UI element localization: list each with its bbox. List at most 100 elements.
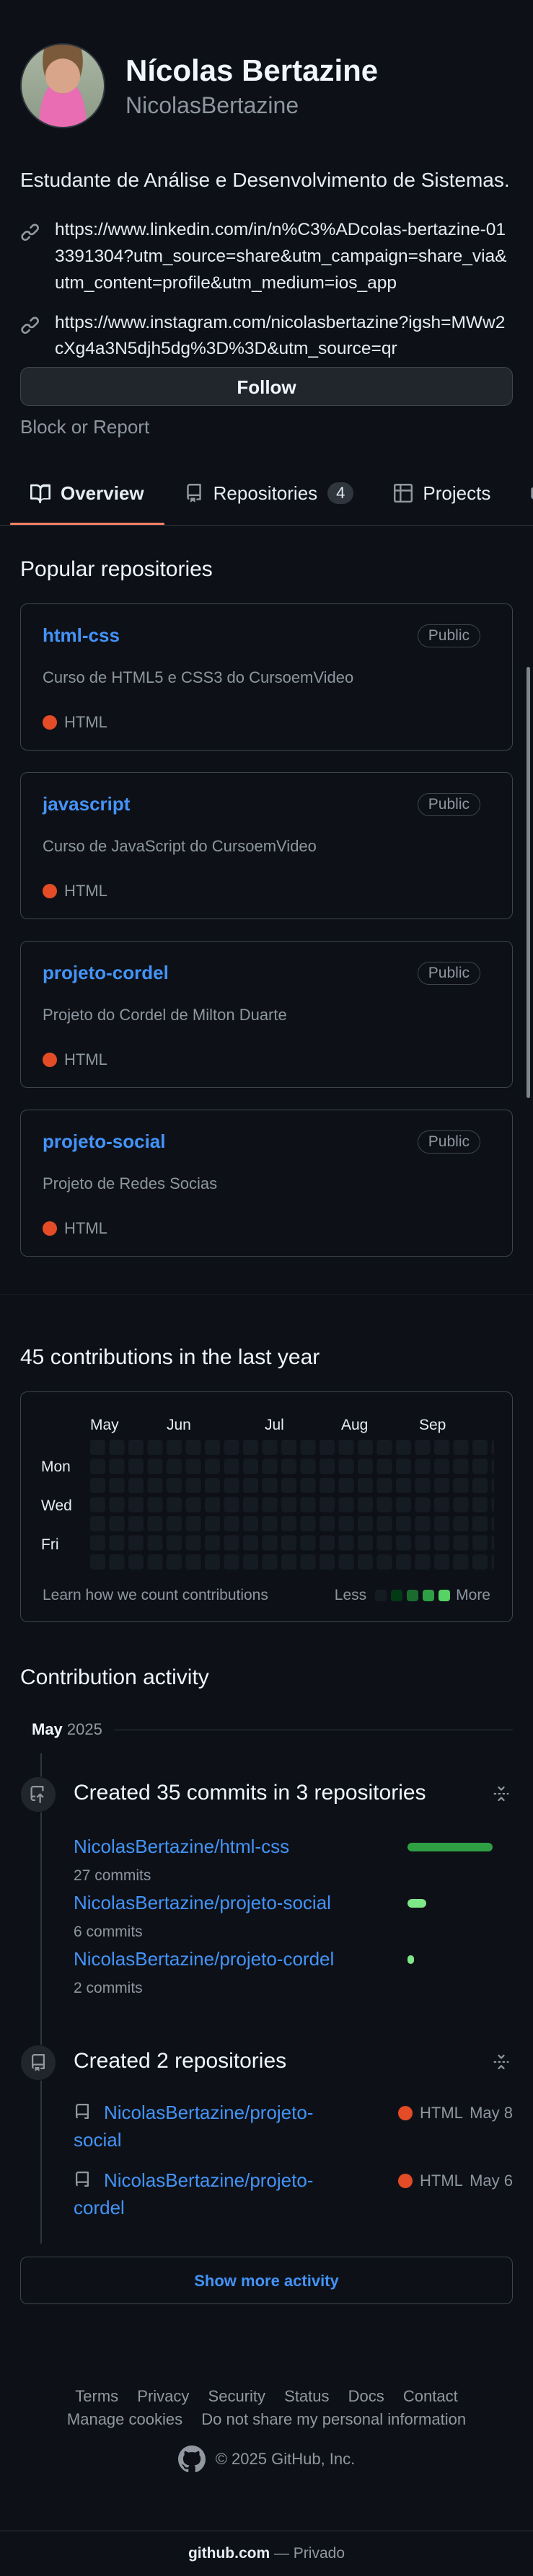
contribution-day-cell[interactable] xyxy=(472,1497,488,1513)
contribution-day-cell[interactable] xyxy=(376,1478,392,1494)
contribution-day-cell[interactable] xyxy=(90,1459,105,1474)
contribution-day-cell[interactable] xyxy=(185,1516,201,1532)
contribution-day-cell[interactable] xyxy=(358,1459,373,1474)
contribution-day-cell[interactable] xyxy=(376,1497,392,1513)
contribution-day-cell[interactable] xyxy=(205,1459,220,1474)
contribution-day-cell[interactable] xyxy=(167,1535,182,1551)
linkedin-link[interactable]: https://www.linkedin.com/in/n%C3%ADcolas… xyxy=(55,217,513,296)
contribution-day-cell[interactable] xyxy=(320,1440,335,1456)
contribution-day-cell[interactable] xyxy=(147,1459,163,1474)
contribution-day-cell[interactable] xyxy=(128,1459,144,1474)
show-more-activity-button[interactable]: Show more activity xyxy=(20,2257,513,2305)
fold-icon[interactable] xyxy=(493,1785,510,1802)
contribution-day-cell[interactable] xyxy=(300,1459,316,1474)
contribution-day-cell[interactable] xyxy=(376,1440,392,1456)
contribution-day-cell[interactable] xyxy=(147,1478,163,1494)
contribution-day-cell[interactable] xyxy=(109,1554,125,1570)
contribution-day-cell[interactable] xyxy=(472,1516,488,1532)
contribution-day-cell[interactable] xyxy=(90,1516,105,1532)
footer-link-docs[interactable]: Docs xyxy=(348,2387,384,2405)
contribution-day-cell[interactable] xyxy=(376,1554,392,1570)
repo-name-link[interactable]: projeto-cordel xyxy=(43,962,169,983)
contribution-day-cell[interactable] xyxy=(185,1554,201,1570)
contribution-day-cell[interactable] xyxy=(167,1459,182,1474)
contribution-day-cell[interactable] xyxy=(281,1497,296,1513)
contribution-day-cell[interactable] xyxy=(453,1535,469,1551)
tab-repositories[interactable]: Repositories 4 xyxy=(164,461,374,525)
contribution-day-cell[interactable] xyxy=(396,1459,411,1474)
contribution-day-cell[interactable] xyxy=(147,1440,163,1456)
contribution-day-cell[interactable] xyxy=(243,1554,258,1570)
footer-link-status[interactable]: Status xyxy=(284,2387,329,2405)
avatar[interactable] xyxy=(20,43,105,128)
contribution-day-cell[interactable] xyxy=(224,1535,239,1551)
contribution-day-cell[interactable] xyxy=(224,1554,239,1570)
contribution-day-cell[interactable] xyxy=(128,1535,144,1551)
contribution-day-cell[interactable] xyxy=(358,1554,373,1570)
browser-address-bar[interactable]: github.com — Privado xyxy=(0,2531,533,2576)
contribution-day-cell[interactable] xyxy=(415,1554,431,1570)
contribution-day-cell[interactable] xyxy=(491,1535,495,1551)
contribution-day-cell[interactable] xyxy=(472,1440,488,1456)
contribution-day-cell[interactable] xyxy=(491,1440,495,1456)
contribution-day-cell[interactable] xyxy=(243,1497,258,1513)
contribution-day-cell[interactable] xyxy=(338,1516,354,1532)
contribution-day-cell[interactable] xyxy=(338,1554,354,1570)
contribution-day-cell[interactable] xyxy=(320,1535,335,1551)
contribution-day-cell[interactable] xyxy=(185,1497,201,1513)
contribution-day-cell[interactable] xyxy=(167,1478,182,1494)
contribution-day-cell[interactable] xyxy=(167,1497,182,1513)
repo-name-link[interactable]: javascript xyxy=(43,793,130,815)
contribution-day-cell[interactable] xyxy=(415,1535,431,1551)
contribution-day-cell[interactable] xyxy=(358,1497,373,1513)
repo-name-link[interactable]: html-css xyxy=(43,624,120,646)
contribution-day-cell[interactable] xyxy=(147,1535,163,1551)
contribution-day-cell[interactable] xyxy=(205,1516,220,1532)
fold-icon[interactable] xyxy=(493,2053,510,2071)
contribution-day-cell[interactable] xyxy=(434,1497,449,1513)
contribution-day-cell[interactable] xyxy=(396,1440,411,1456)
contribution-day-cell[interactable] xyxy=(491,1497,495,1513)
contribution-day-cell[interactable] xyxy=(109,1497,125,1513)
contribution-day-cell[interactable] xyxy=(224,1478,239,1494)
contribution-day-cell[interactable] xyxy=(300,1497,316,1513)
contribution-day-cell[interactable] xyxy=(224,1516,239,1532)
contribution-day-cell[interactable] xyxy=(300,1516,316,1532)
contribution-day-cell[interactable] xyxy=(243,1478,258,1494)
contribution-day-cell[interactable] xyxy=(262,1478,278,1494)
contribution-day-cell[interactable] xyxy=(205,1554,220,1570)
contribution-day-cell[interactable] xyxy=(128,1478,144,1494)
footer-link-privacy[interactable]: Privacy xyxy=(137,2387,189,2405)
contribution-day-cell[interactable] xyxy=(453,1478,469,1494)
footer-link-manage-cookies[interactable]: Manage cookies xyxy=(67,2410,182,2428)
contribution-day-cell[interactable] xyxy=(491,1478,495,1494)
contribution-day-cell[interactable] xyxy=(396,1478,411,1494)
contribution-day-cell[interactable] xyxy=(205,1478,220,1494)
contribution-day-cell[interactable] xyxy=(320,1554,335,1570)
contribution-day-cell[interactable] xyxy=(415,1478,431,1494)
contribution-day-cell[interactable] xyxy=(281,1459,296,1474)
contribution-day-cell[interactable] xyxy=(396,1535,411,1551)
commit-repo-link[interactable]: NicolasBertazine/projeto-social xyxy=(74,1892,331,1914)
contribution-day-cell[interactable] xyxy=(147,1497,163,1513)
contribution-day-cell[interactable] xyxy=(453,1497,469,1513)
contribution-day-cell[interactable] xyxy=(453,1459,469,1474)
contribution-day-cell[interactable] xyxy=(376,1535,392,1551)
contribution-day-cell[interactable] xyxy=(243,1535,258,1551)
contribution-day-cell[interactable] xyxy=(491,1459,495,1474)
contribution-day-cell[interactable] xyxy=(396,1516,411,1532)
contribution-day-cell[interactable] xyxy=(453,1554,469,1570)
contribution-day-cell[interactable] xyxy=(491,1554,495,1570)
contribution-day-cell[interactable] xyxy=(281,1554,296,1570)
contribution-day-cell[interactable] xyxy=(128,1497,144,1513)
contribution-day-cell[interactable] xyxy=(90,1535,105,1551)
contribution-day-cell[interactable] xyxy=(358,1516,373,1532)
repo-name-link[interactable]: projeto-social xyxy=(43,1130,165,1152)
contribution-day-cell[interactable] xyxy=(320,1459,335,1474)
contribution-day-cell[interactable] xyxy=(358,1478,373,1494)
contribution-day-cell[interactable] xyxy=(262,1440,278,1456)
contribution-day-cell[interactable] xyxy=(281,1440,296,1456)
contribution-day-cell[interactable] xyxy=(338,1440,354,1456)
footer-link-do-not-share[interactable]: Do not share my personal information xyxy=(201,2410,466,2428)
contribution-day-cell[interactable] xyxy=(472,1535,488,1551)
